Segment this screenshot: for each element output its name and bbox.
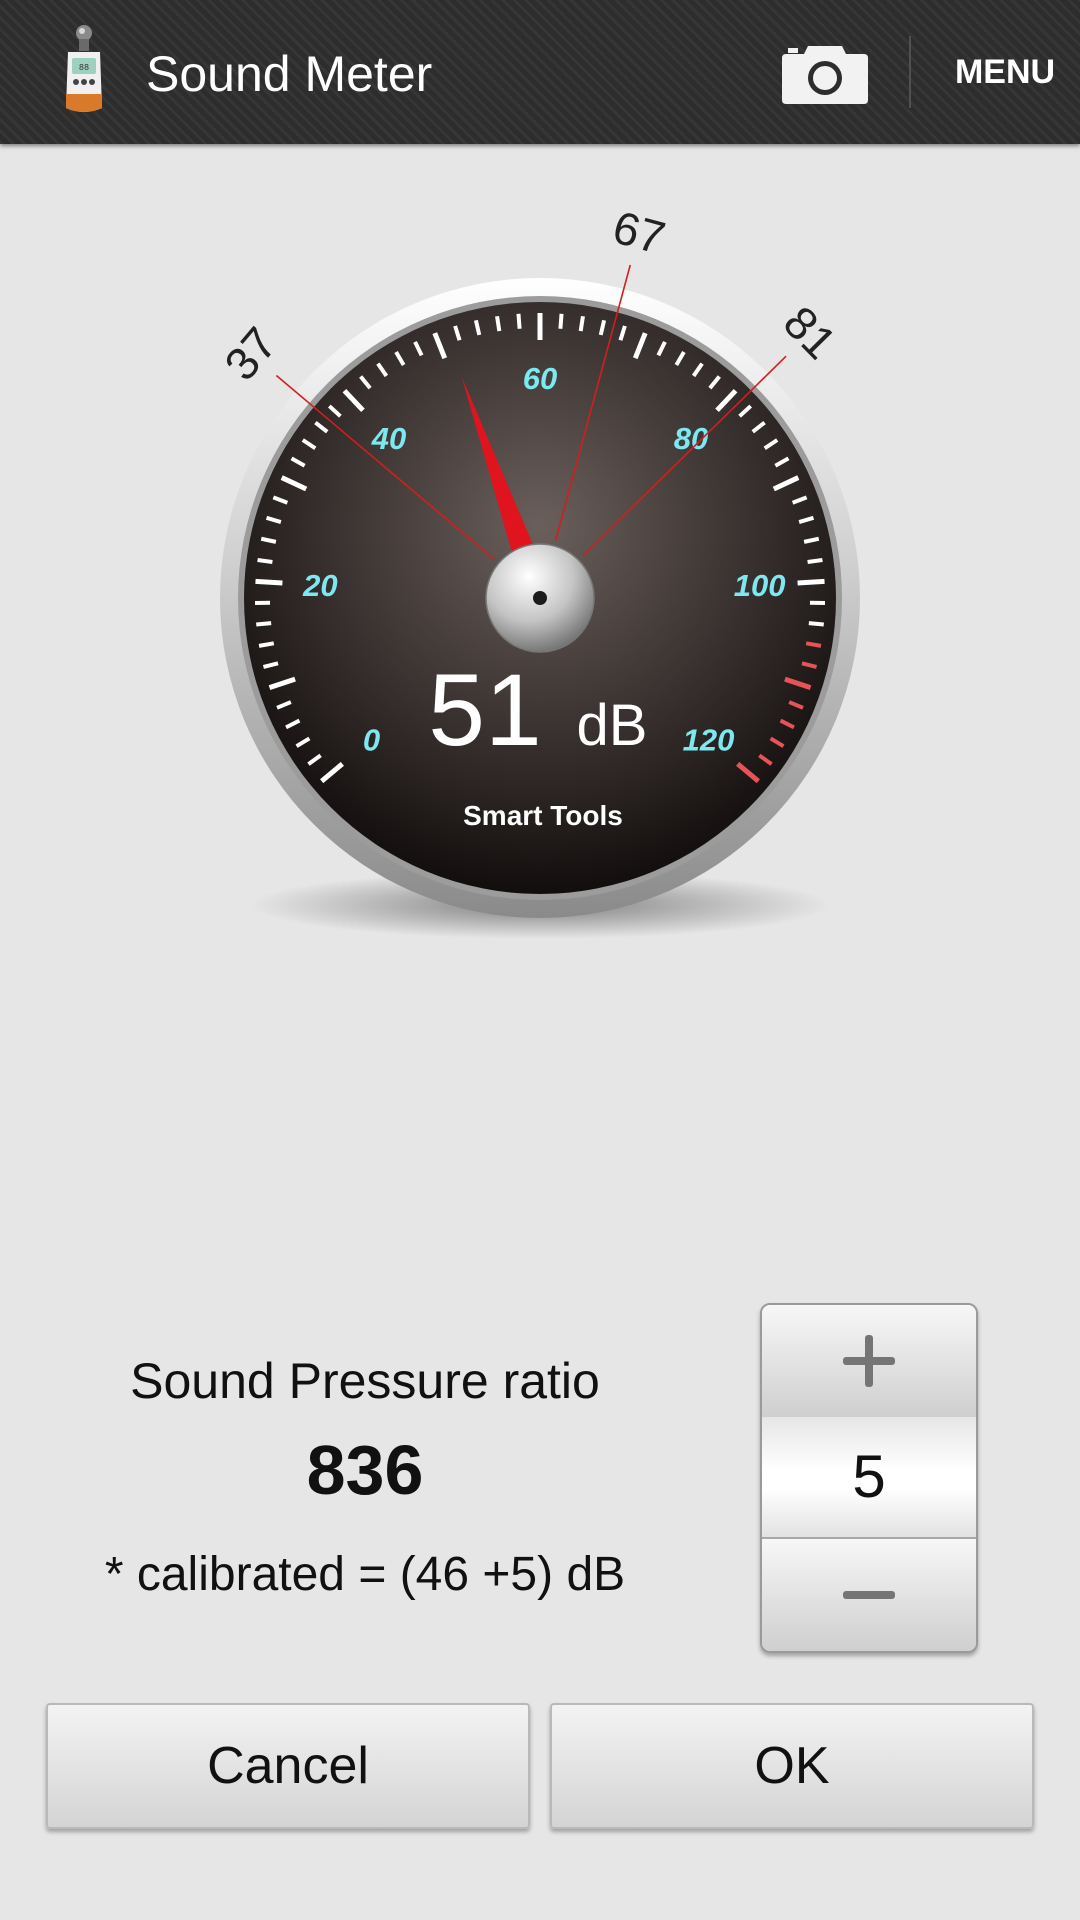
ok-button[interactable]: OK (550, 1703, 1034, 1829)
brand-label: Smart Tools (463, 800, 623, 831)
db-unit: dB (577, 693, 648, 758)
scale-label-120: 120 (683, 722, 735, 757)
gauge-tick (516, 313, 522, 329)
action-bar: 88 Sound Meter MENU (0, 0, 1080, 144)
cancel-button[interactable]: Cancel (46, 1703, 530, 1829)
minus-icon (843, 1591, 895, 1599)
camera-icon[interactable] (780, 38, 870, 108)
app-title: Sound Meter (146, 46, 433, 102)
sound-pressure-ratio-value: 836 (306, 1431, 424, 1509)
gauge-tick (256, 621, 272, 627)
gauge-tick (578, 315, 585, 332)
gauge-tick (495, 315, 502, 332)
svg-text:88: 88 (79, 63, 89, 72)
scale-label-60: 60 (523, 361, 557, 396)
scale-label-20: 20 (302, 568, 337, 603)
sound-level-gauge: 0 20 40 60 80 100 120 37 67 81 51 dB Sma… (180, 200, 900, 960)
calibration-value[interactable]: 5 (762, 1417, 976, 1537)
plus-icon (843, 1335, 895, 1387)
gauge-tick (797, 578, 825, 586)
avg-marker-label: 67 (608, 201, 671, 265)
gauge-tick (258, 641, 275, 648)
gauge-tick (805, 641, 822, 648)
gauge-hub-pin (533, 591, 547, 605)
action-bar-divider (909, 36, 911, 108)
db-reading: 51 (428, 653, 541, 767)
gauge-tick (255, 578, 283, 586)
sound-pressure-ratio-label: Sound Pressure ratio (130, 1353, 600, 1409)
gauge-tick (558, 313, 564, 329)
gauge-tick (808, 621, 824, 627)
menu-button[interactable]: MENU (930, 50, 1080, 94)
gauge-tick (807, 557, 823, 564)
scale-label-40: 40 (371, 421, 406, 456)
min-marker-label: 37 (214, 317, 287, 390)
increment-button[interactable] (762, 1305, 976, 1419)
sound-meter-app-icon: 88 (62, 24, 106, 120)
scale-label-0: 0 (363, 722, 380, 757)
scale-label-100: 100 (734, 568, 786, 603)
gauge-tick (257, 557, 273, 564)
gauge-svg: 0 20 40 60 80 100 120 37 67 81 51 dB Sma… (214, 201, 860, 939)
decrement-button[interactable] (762, 1537, 976, 1651)
calibration-text: * calibrated = (46 +5) dB (104, 1548, 626, 1601)
calibration-stepper: 5 (760, 1303, 978, 1653)
